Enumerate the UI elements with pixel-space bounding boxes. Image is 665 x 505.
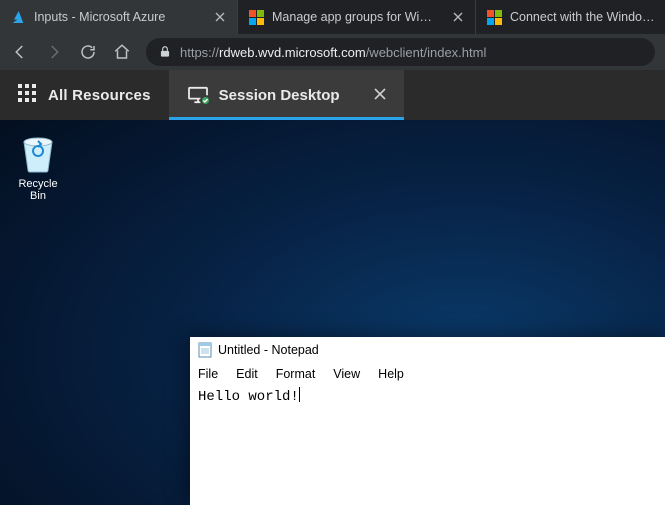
close-icon[interactable]: [451, 10, 465, 24]
session-tab[interactable]: Session Desktop: [169, 70, 404, 120]
close-icon[interactable]: [213, 10, 227, 24]
menu-view[interactable]: View: [333, 367, 360, 381]
notepad-titlebar[interactable]: Untitled - Notepad: [190, 337, 665, 363]
address-bar[interactable]: https://rdweb.wvd.microsoft.com/webclien…: [146, 38, 655, 66]
recycle-bin-icon[interactable]: Recycle Bin: [10, 130, 66, 202]
back-icon[interactable]: [10, 42, 30, 62]
connected-badge-icon: [200, 95, 211, 106]
browser-tab-title: Inputs - Microsoft Azure: [34, 10, 165, 24]
monitor-icon: [187, 86, 209, 104]
recycle-bin-label: Recycle Bin: [10, 178, 66, 202]
notepad-textarea[interactable]: Hello world!: [190, 385, 665, 414]
home-icon[interactable]: [112, 42, 132, 62]
browser-tab-title: Manage app groups for Window: [272, 10, 432, 24]
browser-navbar: https://rdweb.wvd.microsoft.com/webclien…: [0, 34, 665, 70]
lock-icon: [158, 45, 172, 59]
all-resources-button[interactable]: All Resources: [0, 70, 169, 120]
grid-icon: [18, 84, 36, 106]
menu-file[interactable]: File: [198, 367, 218, 381]
browser-tab[interactable]: Inputs - Microsoft Azure: [0, 0, 238, 34]
menu-help[interactable]: Help: [378, 367, 404, 381]
notepad-window[interactable]: Untitled - Notepad File Edit Format View…: [190, 337, 665, 505]
menu-format[interactable]: Format: [276, 367, 316, 381]
browser-tab[interactable]: Manage app groups for Window: [238, 0, 476, 34]
notepad-icon: [198, 342, 212, 358]
notepad-menubar: File Edit Format View Help: [190, 363, 665, 385]
close-icon[interactable]: [374, 87, 386, 104]
azure-icon: [10, 9, 26, 25]
reload-icon[interactable]: [78, 42, 98, 62]
browser-tab-title: Connect with the Windows: [510, 10, 655, 24]
url-text: https://rdweb.wvd.microsoft.com/webclien…: [180, 45, 486, 60]
microsoft-icon: [486, 9, 502, 25]
menu-edit[interactable]: Edit: [236, 367, 258, 381]
forward-icon[interactable]: [44, 42, 64, 62]
page-content: All Resources Session Desktop: [0, 70, 665, 505]
browser-tab-strip: Inputs - Microsoft Azure Manage app grou…: [0, 0, 665, 34]
microsoft-icon: [248, 9, 264, 25]
text-caret: [299, 387, 300, 402]
wvd-toolbar: All Resources Session Desktop: [0, 70, 665, 120]
notepad-title: Untitled - Notepad: [218, 343, 319, 357]
browser-tab[interactable]: Connect with the Windows: [476, 0, 665, 34]
session-tab-label: Session Desktop: [219, 87, 340, 104]
notepad-content: Hello world!: [198, 389, 299, 405]
all-resources-label: All Resources: [48, 87, 151, 104]
